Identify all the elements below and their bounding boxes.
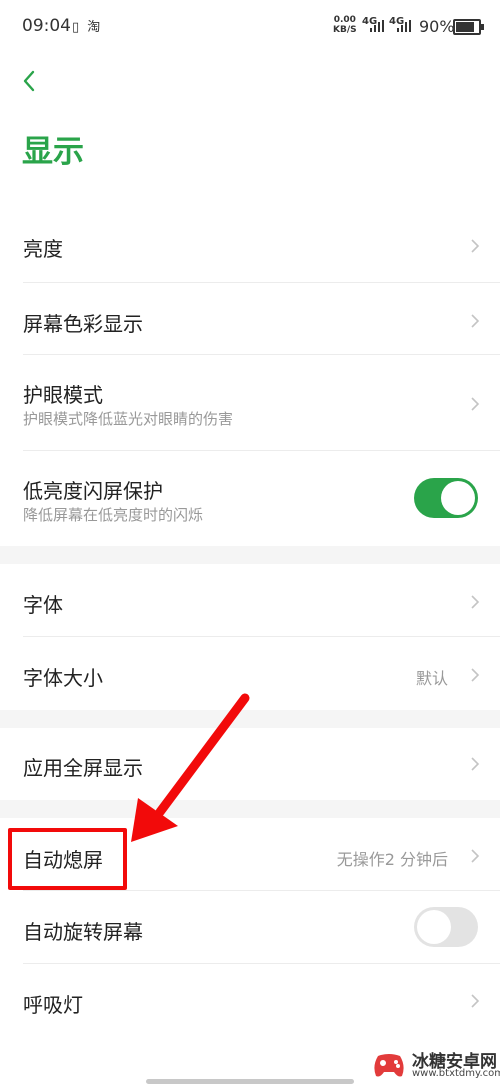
chevron-right-icon — [471, 668, 480, 682]
setting-screen-color[interactable]: 屏幕色彩显示 — [0, 283, 500, 355]
flicker-protection-toggle[interactable] — [414, 478, 478, 518]
setting-auto-rotate: 自动旋转屏幕 — [0, 891, 500, 964]
notification-icons: ▯ 淘 — [72, 20, 103, 35]
setting-label: 屏幕色彩显示 — [23, 312, 143, 336]
watermark-url: www.btxtdmy.com — [412, 1068, 500, 1079]
status-bar: 09:04 ▯ 淘 0.00 KB/S 4G 4G 90% — [0, 0, 500, 52]
chevron-right-icon — [471, 757, 480, 771]
setting-breathing-light[interactable]: 呼吸灯 — [0, 964, 500, 1037]
setting-font-size[interactable]: 字体大小 默认 — [0, 637, 500, 710]
setting-value: 无操作2 分钟后 — [336, 850, 448, 869]
setting-value: 默认 — [415, 669, 448, 688]
settings-group-display: 亮度 屏幕色彩显示 护眼模式 护眼模式降低蓝光对眼睛的伤害 低亮度闪屏保护 降低… — [0, 200, 500, 546]
back-button[interactable] — [18, 66, 42, 96]
setting-label: 护眼模式 — [23, 383, 103, 407]
setting-label: 低亮度闪屏保护 — [23, 479, 163, 503]
setting-label: 亮度 — [23, 237, 63, 261]
gamepad-logo-icon — [374, 1054, 404, 1077]
setting-low-brightness-flicker: 低亮度闪屏保护 降低屏幕在低亮度时的闪烁 — [0, 451, 500, 546]
chevron-right-icon — [471, 314, 480, 328]
back-arrow-icon — [23, 70, 35, 92]
setting-app-fullscreen[interactable]: 应用全屏显示 — [0, 728, 500, 800]
signal-bars-icon — [370, 20, 384, 32]
settings-group-fullscreen: 应用全屏显示 — [0, 728, 500, 800]
signal-bars-icon-2 — [397, 20, 411, 32]
battery-percent: 90% — [419, 17, 455, 36]
setting-subtitle: 护眼模式降低蓝光对眼睛的伤害 — [23, 410, 234, 428]
page-header: 显示 — [0, 52, 500, 200]
watermark: 冰糖安卓网 www.btxtdmy.com — [372, 1046, 500, 1084]
setting-brightness[interactable]: 亮度 — [0, 200, 500, 283]
chevron-right-icon — [471, 849, 480, 863]
chevron-right-icon — [471, 239, 480, 253]
page-title: 显示 — [22, 134, 84, 170]
network-speed: 0.00 KB/S — [333, 15, 357, 35]
auto-rotate-toggle[interactable] — [414, 907, 478, 947]
chevron-right-icon — [471, 595, 480, 609]
annotation-highlight-box — [8, 828, 127, 890]
settings-group-font: 字体 字体大小 默认 — [0, 564, 500, 710]
setting-label: 呼吸灯 — [23, 993, 83, 1017]
setting-label: 字体 — [23, 593, 63, 617]
setting-label: 字体大小 — [23, 666, 103, 690]
chevron-right-icon — [471, 994, 480, 1008]
setting-label: 自动旋转屏幕 — [23, 920, 143, 944]
chevron-right-icon — [471, 397, 480, 411]
home-indicator[interactable] — [146, 1079, 354, 1084]
status-time: 09:04 — [22, 16, 71, 36]
setting-subtitle: 降低屏幕在低亮度时的闪烁 — [23, 506, 204, 524]
setting-eye-protection[interactable]: 护眼模式 护眼模式降低蓝光对眼睛的伤害 — [0, 355, 500, 451]
battery-icon — [453, 19, 484, 35]
setting-font[interactable]: 字体 — [0, 564, 500, 637]
setting-label: 应用全屏显示 — [23, 756, 143, 780]
